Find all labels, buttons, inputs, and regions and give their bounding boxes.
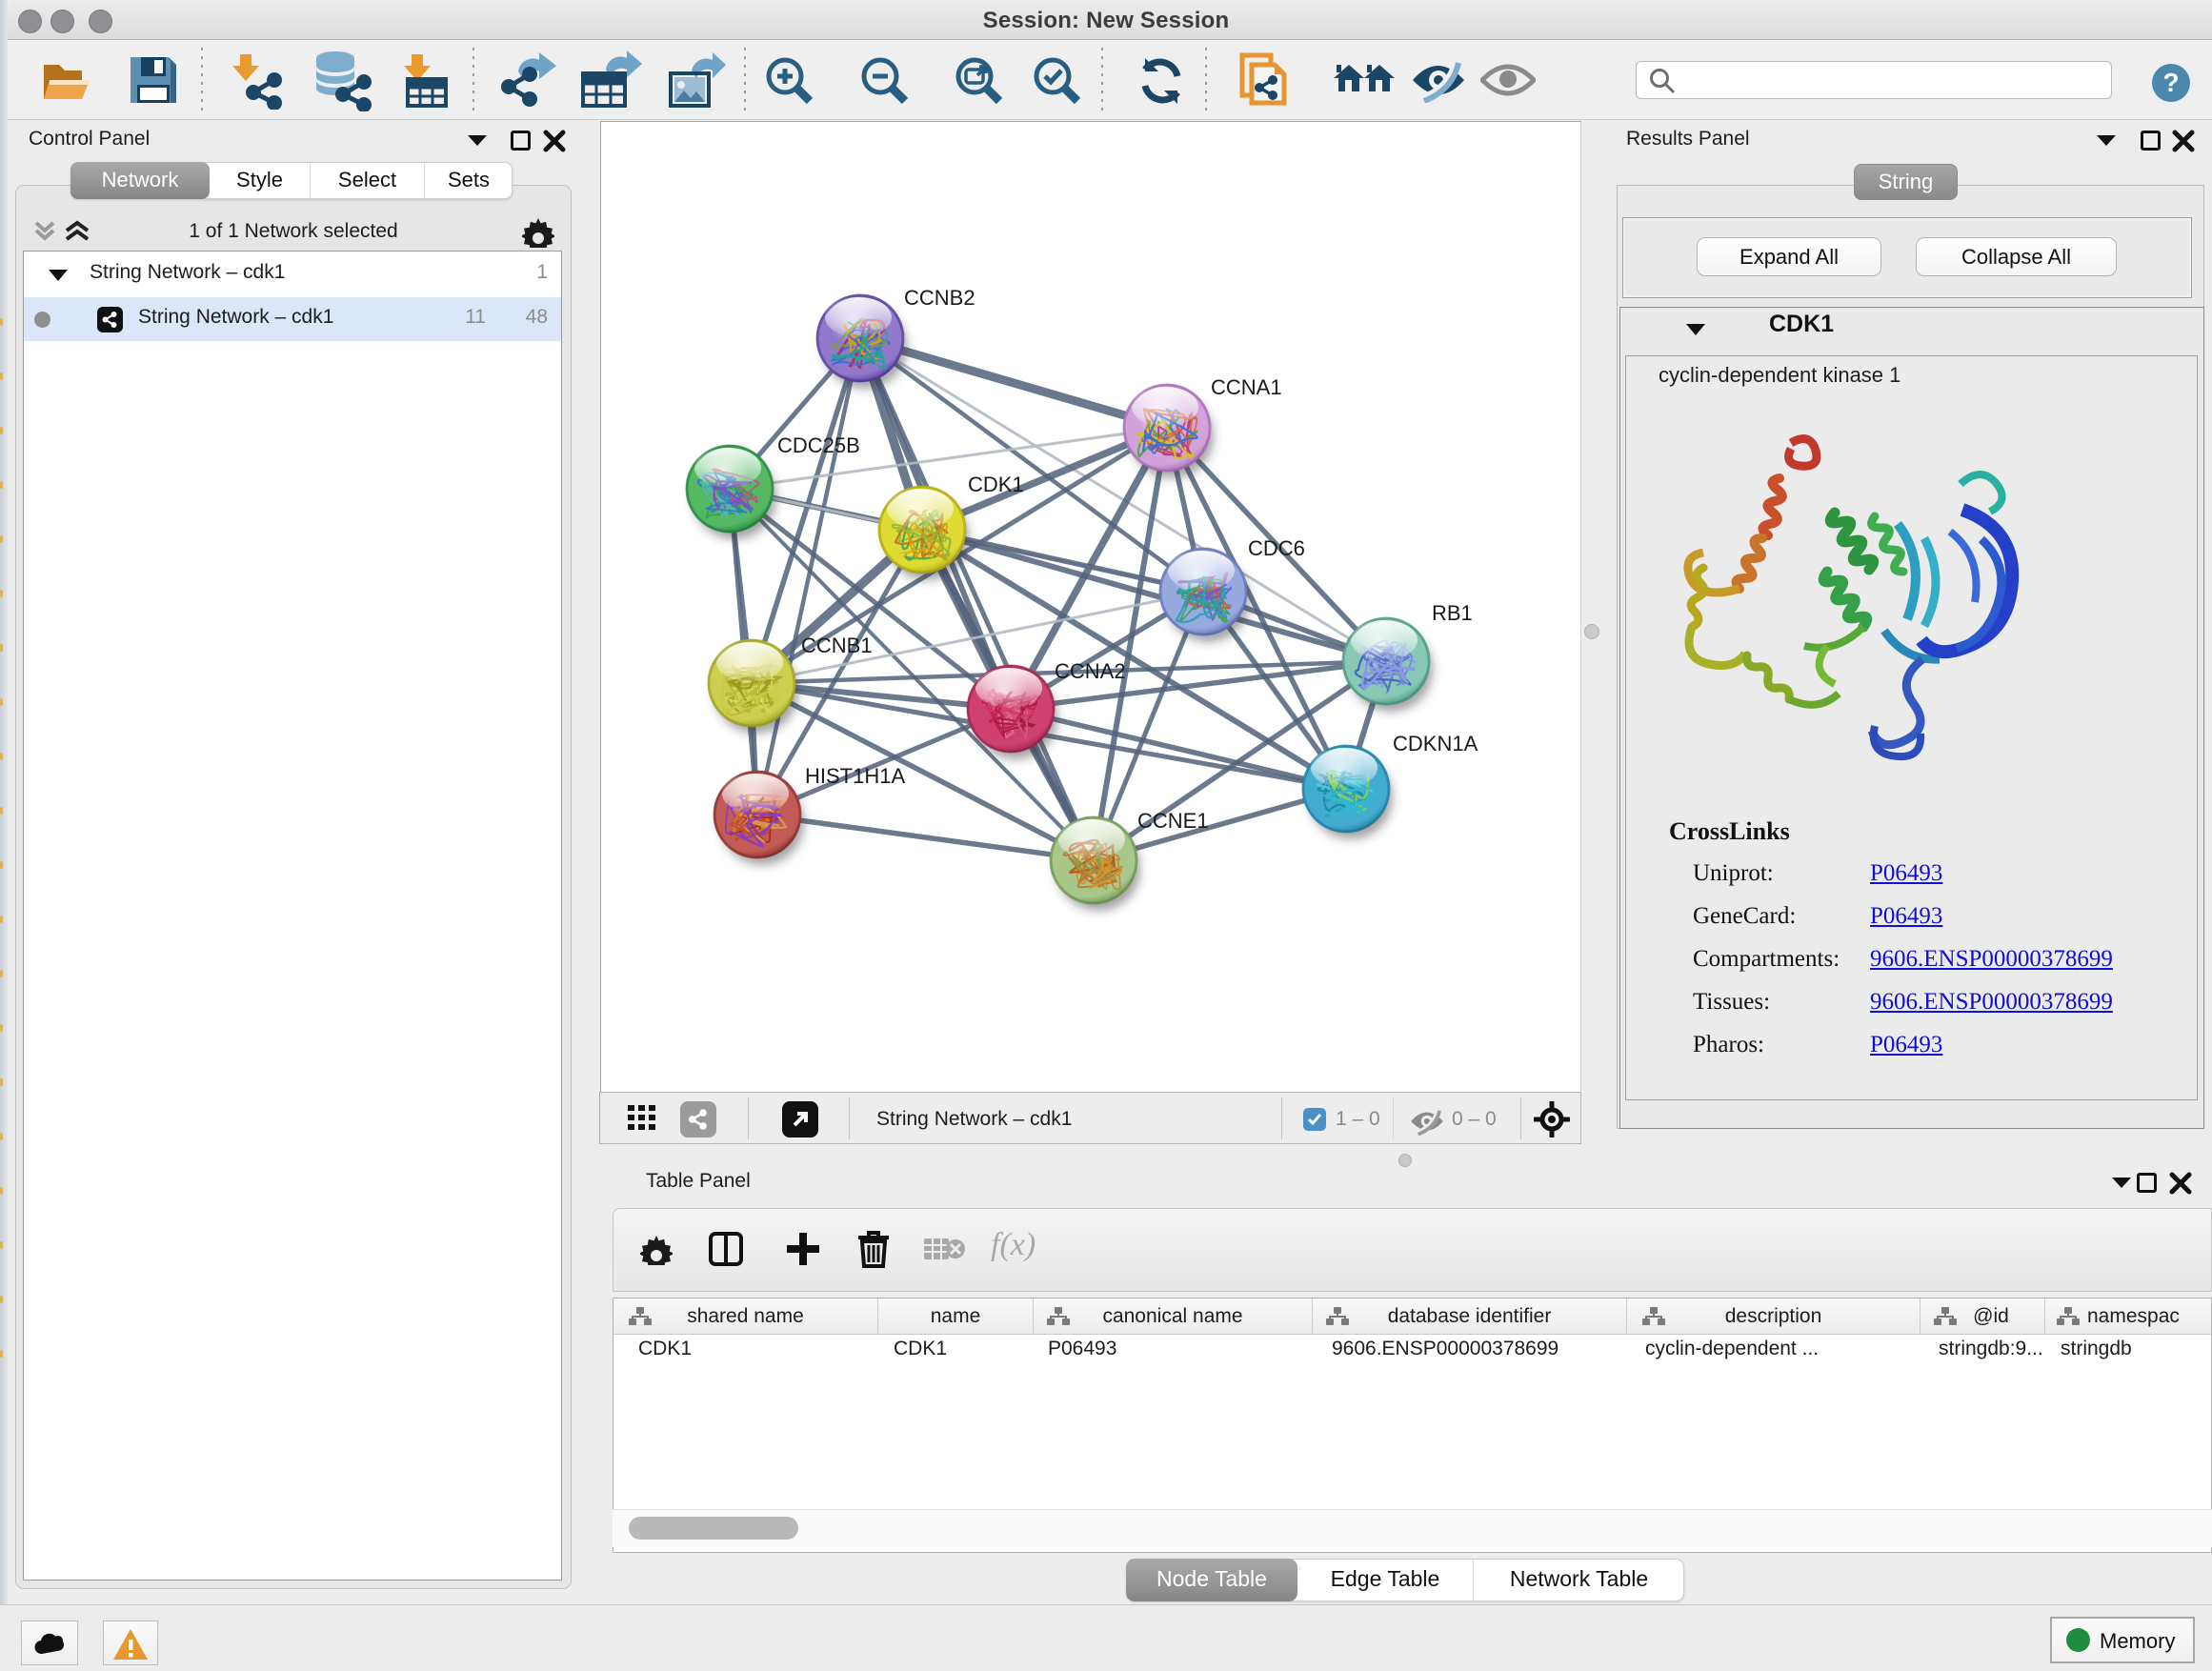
svg-text:CDK1: CDK1 xyxy=(968,473,1024,496)
svg-text:CCNA2: CCNA2 xyxy=(1055,659,1126,683)
svg-text:HIST1H1A: HIST1H1A xyxy=(805,764,905,788)
svg-text:CDC25B: CDC25B xyxy=(777,433,860,457)
svg-text:CCNB1: CCNB1 xyxy=(801,634,873,657)
svg-text:CDKN1A: CDKN1A xyxy=(1393,732,1478,755)
svg-text:CDC6: CDC6 xyxy=(1248,536,1305,560)
svg-text:CCNB2: CCNB2 xyxy=(904,286,975,310)
svg-text:CCNE1: CCNE1 xyxy=(1137,809,1209,833)
svg-text:RB1: RB1 xyxy=(1432,601,1473,625)
svg-text:?: ? xyxy=(2162,68,2179,97)
svg-text:CCNA1: CCNA1 xyxy=(1211,375,1282,399)
